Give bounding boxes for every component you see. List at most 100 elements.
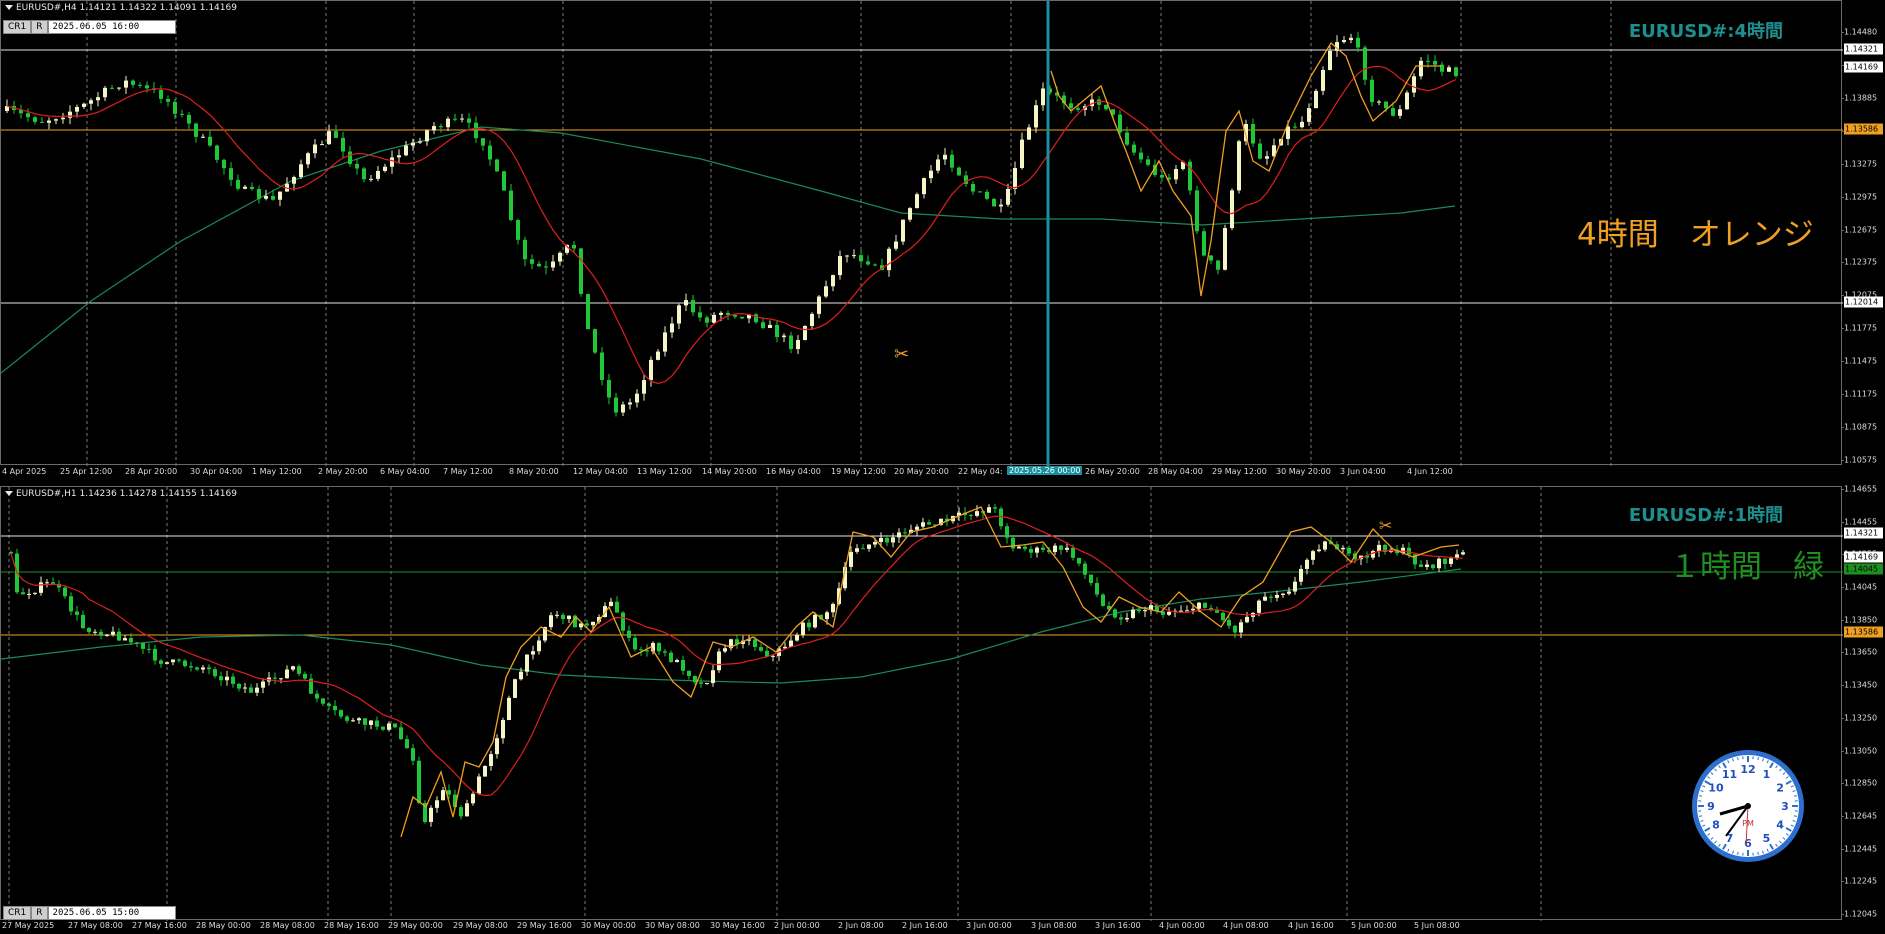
- candle-body: [1137, 610, 1141, 611]
- h1-price-axis[interactable]: 1.146551.144551.142551.140451.138501.136…: [1844, 484, 1885, 933]
- clock-number: 9: [1707, 800, 1715, 813]
- candle-body: [1132, 145, 1136, 153]
- price-axis-label: 1.10875: [1844, 423, 1877, 432]
- candle-body: [147, 649, 151, 650]
- time-axis-label: 29 May 12:00: [1212, 467, 1267, 476]
- tag-cr1[interactable]: CR1: [3, 20, 31, 34]
- h4-price-axis[interactable]: 1.144801.141691.138851.135861.132751.129…: [1844, 0, 1885, 480]
- candle-body: [339, 710, 343, 716]
- candle-body: [813, 615, 817, 628]
- candle-body: [180, 114, 184, 115]
- candle-body: [1281, 594, 1285, 595]
- candle-body: [656, 352, 660, 360]
- candle-body: [439, 126, 443, 127]
- zigzag-line: [401, 507, 1459, 837]
- candle-body: [1437, 559, 1441, 569]
- candle-body: [531, 651, 535, 654]
- clock-tick: [1758, 757, 1759, 760]
- time-axis-label: 19 May 12:00: [831, 467, 886, 476]
- price-axis-tick: [1841, 427, 1844, 428]
- candle-body: [903, 532, 907, 533]
- candle-body: [971, 184, 975, 192]
- h4-chart-canvas[interactable]: ✂: [1, 1, 1843, 466]
- candle-body: [231, 677, 235, 684]
- candle-body: [740, 317, 744, 319]
- candle-body: [975, 511, 979, 516]
- candle-body: [1447, 67, 1451, 71]
- h1-chart-pane[interactable]: ✂ EURUSD#,H1 1.14236 1.14278 1.14155 1.1…: [0, 484, 1885, 933]
- candle-body: [999, 205, 1003, 207]
- candle-body: [1143, 610, 1147, 611]
- price-axis-label: 1.12675: [1844, 225, 1877, 234]
- candle-body: [320, 144, 324, 145]
- time-axis-label: 30 May 00:00: [581, 921, 636, 930]
- price-axis-tick: [1841, 881, 1844, 882]
- candle-body: [681, 660, 685, 671]
- candle-body: [950, 155, 954, 168]
- candle-body: [236, 180, 240, 189]
- collapse-triangle-icon[interactable]: [5, 491, 13, 496]
- price-tag: 1.13586: [1844, 627, 1883, 638]
- time-axis-label: 4 Jun 08:00: [1223, 921, 1269, 930]
- candle-body: [1230, 190, 1234, 228]
- candle-body: [69, 596, 73, 611]
- tag-r[interactable]: R: [31, 906, 47, 920]
- candle-body: [627, 631, 631, 638]
- candle-body: [687, 671, 691, 676]
- candle-body: [273, 678, 277, 679]
- candle-body: [1245, 617, 1249, 622]
- candle-body: [61, 118, 65, 119]
- h1-time-axis[interactable]: 27 May 202527 May 08:0027 May 16:0028 Ma…: [0, 920, 1842, 934]
- candle-body: [759, 647, 763, 651]
- time-axis-label: 13 May 12:00: [637, 467, 692, 476]
- candle-body: [375, 721, 379, 727]
- price-axis-tick: [1841, 783, 1844, 784]
- candle-body: [465, 803, 469, 816]
- candle-body: [129, 638, 133, 642]
- candle-body: [537, 641, 541, 652]
- price-axis-tick: [1841, 522, 1844, 523]
- candle-body: [502, 171, 506, 190]
- time-axis-label: 27 May 08:00: [68, 921, 123, 930]
- candle-body: [105, 634, 109, 635]
- price-axis-label: 1.13850: [1844, 615, 1877, 624]
- candle-body: [1071, 548, 1075, 558]
- candle-body: [1027, 127, 1031, 139]
- h4-chart-pane[interactable]: ✂ EURUSD#,H4 1.14121 1.14322 1.14091 1.1…: [0, 0, 1885, 480]
- candle-body: [761, 322, 765, 328]
- tag-r[interactable]: R: [31, 20, 47, 34]
- candle-body: [383, 167, 387, 171]
- h4-plot-area[interactable]: ✂ EURUSD#,H4 1.14121 1.14322 1.14091 1.1…: [0, 0, 1842, 465]
- tag-cr1[interactable]: CR1: [3, 906, 31, 920]
- candle-body: [726, 313, 730, 315]
- candle-body: [376, 171, 380, 179]
- candle-body: [215, 146, 219, 160]
- candle-body: [399, 727, 403, 739]
- candle-body: [936, 159, 940, 170]
- h1-chart-canvas[interactable]: ✂: [1, 487, 1843, 921]
- candle-body: [825, 612, 829, 619]
- price-axis-tick: [1841, 587, 1844, 588]
- h1-plot-area[interactable]: ✂ EURUSD#,H1 1.14236 1.14278 1.14155 1.1…: [0, 486, 1842, 920]
- price-axis-tick: [1841, 718, 1844, 719]
- candle-body: [1215, 610, 1219, 613]
- candle-body: [460, 119, 464, 120]
- price-axis-label: 1.12245: [1844, 877, 1877, 886]
- collapse-triangle-icon[interactable]: [5, 5, 13, 10]
- candle-body: [1349, 38, 1353, 40]
- time-axis-label: 5 Jun 00:00: [1351, 921, 1397, 930]
- candle-body: [845, 256, 849, 257]
- price-axis-label: 1.14045: [1844, 583, 1877, 592]
- time-axis-label: 3 Jun 16:00: [1095, 921, 1141, 930]
- price-axis-tick: [1841, 652, 1844, 653]
- candle-body: [243, 187, 247, 189]
- candle-body: [111, 632, 115, 635]
- candle-body: [609, 602, 613, 606]
- candle-body: [1398, 109, 1402, 116]
- candle-body: [225, 677, 229, 681]
- candle-body: [123, 638, 127, 640]
- candle-body: [87, 628, 91, 632]
- price-axis-tick: [1841, 361, 1844, 362]
- h4-time-axis[interactable]: 4 Apr 202525 Apr 12:0028 Apr 20:0030 Apr…: [0, 466, 1842, 480]
- time-axis-label: 12 May 04:00: [573, 467, 628, 476]
